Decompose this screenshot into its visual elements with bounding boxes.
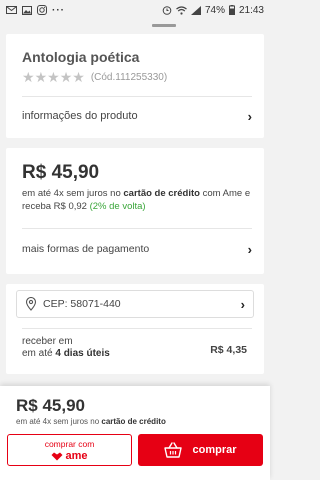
status-bar: ··· 74% 21:43 — [0, 0, 270, 20]
product-card: Antologia poética ★ ★ ★ ★ ★ (Cód.1112553… — [6, 34, 264, 138]
signal-icon — [190, 5, 201, 15]
battery-percent: 74% — [204, 4, 225, 16]
battery-icon — [228, 5, 235, 15]
ame-brand-text: ame — [65, 449, 88, 462]
cep-value: CEP: 58071-440 — [43, 298, 121, 310]
bottom-purchase-bar: R$ 45,90 em até 4x sem juros no cartão d… — [0, 386, 270, 480]
star-icon: ★ — [22, 69, 35, 85]
instagram-icon — [37, 5, 47, 15]
top-bar — [0, 20, 270, 34]
cashback-text: (2% de volta) — [89, 201, 146, 212]
price-value: R$ 45,90 — [22, 162, 100, 183]
payment-options-label: mais formas de pagamento — [22, 243, 150, 255]
more-dots-icon: ··· — [52, 4, 65, 16]
divider — [22, 328, 252, 329]
image-icon — [22, 5, 32, 15]
buy-with-ame-button[interactable]: comprar com ame — [7, 434, 132, 466]
basket-icon — [164, 442, 183, 458]
delivery-line-2: em até 4 dias úteis — [22, 348, 110, 360]
chevron-right-icon: › — [247, 241, 252, 257]
delivery-estimate: receber em em até 4 dias úteis — [22, 336, 110, 360]
store-logo — [152, 24, 176, 27]
product-info-link[interactable]: informações do produto › — [22, 104, 252, 128]
mail-icon — [6, 6, 17, 14]
delivery-days: 4 dias úteis — [55, 348, 110, 359]
star-icon: ★ — [47, 69, 60, 85]
divider — [22, 228, 252, 229]
product-title: Antologia poética — [22, 49, 140, 65]
bottom-credit-card-text: cartão de crédito — [101, 417, 166, 426]
shipping-price: R$ 4,35 — [210, 344, 247, 356]
buy-button[interactable]: comprar — [138, 434, 263, 466]
divider — [22, 96, 252, 97]
star-icon: ★ — [72, 69, 85, 85]
price-card: R$ 45,90 em até 4x sem juros no cartão d… — [6, 148, 264, 274]
chevron-right-icon: › — [240, 296, 245, 312]
delivery-line-1: receber em — [22, 336, 73, 347]
product-info-label: informações do produto — [22, 110, 138, 122]
installment-text: em até 4x sem juros no cartão de crédito… — [22, 187, 252, 213]
ame-heart-icon — [51, 452, 63, 460]
credit-card-text: cartão de crédito — [123, 188, 200, 199]
installment-part-1: em até 4x sem juros no — [22, 188, 124, 199]
bottom-price: R$ 45,90 — [16, 396, 85, 415]
product-code: (Cód.111255330) — [90, 71, 168, 83]
bottom-installment-text: em até 4x sem juros no cartão de crédito — [16, 417, 166, 426]
bottom-installment-part: em até 4x sem juros no — [16, 417, 102, 426]
status-left-icons: ··· — [6, 5, 65, 16]
cep-field[interactable]: CEP: 58071-440 › — [16, 290, 254, 318]
alarm-icon — [162, 6, 172, 15]
delivery-prefix: em até — [22, 348, 56, 359]
star-icon: ★ — [34, 69, 48, 85]
wifi-icon — [176, 5, 187, 15]
ame-logo: ame — [51, 449, 88, 462]
location-pin-icon — [25, 297, 37, 311]
shipping-card: CEP: 58071-440 › receber em em até 4 dia… — [6, 284, 264, 374]
rating-row[interactable]: ★ ★ ★ ★ ★ (Cód.111255330) — [22, 70, 167, 84]
clock-time: 21:43 — [238, 4, 264, 16]
buy-label: comprar — [192, 444, 237, 456]
status-right-icons: 74% 21:43 — [162, 5, 264, 16]
buy-with-label: comprar com — [44, 438, 95, 449]
payment-options-link[interactable]: mais formas de pagamento › — [22, 238, 252, 260]
chevron-right-icon: › — [247, 108, 252, 124]
star-icon: ★ — [59, 69, 73, 85]
